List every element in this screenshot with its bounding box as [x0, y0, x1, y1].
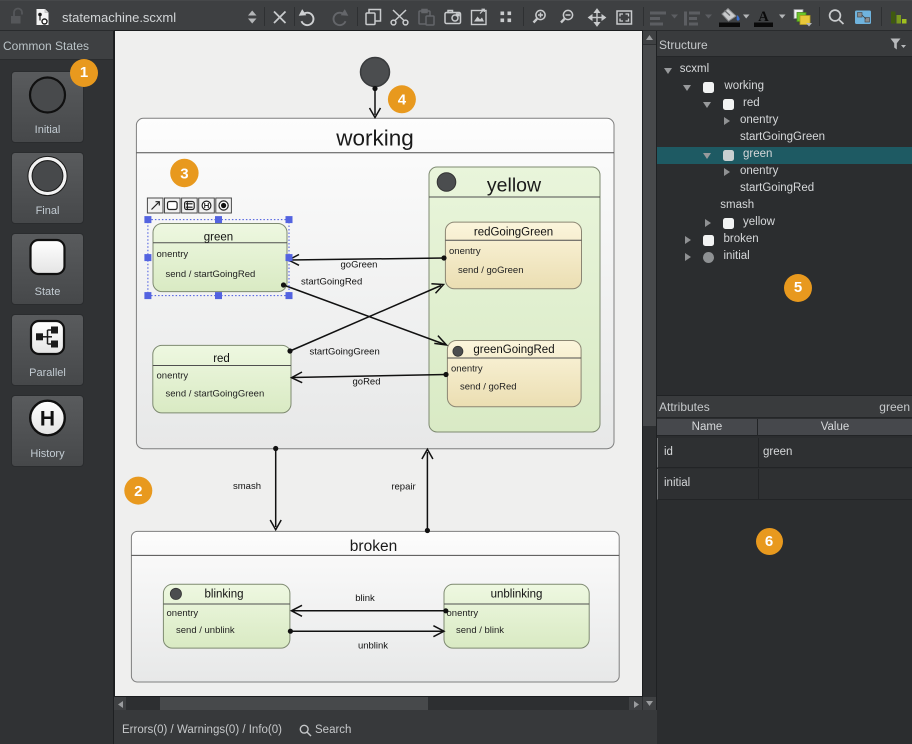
- svg-text:greenGoingRed: greenGoingRed: [473, 344, 554, 356]
- svg-text:3: 3: [180, 165, 188, 182]
- svg-text:goGreen: goGreen: [341, 260, 378, 271]
- svg-text:2: 2: [134, 483, 142, 500]
- svg-text:blinking: blinking: [205, 589, 244, 601]
- svg-text:onentry: onentry: [447, 608, 479, 619]
- svg-text:send / unblink: send / unblink: [176, 625, 235, 636]
- svg-text:H: H: [40, 408, 55, 431]
- svg-text:blink: blink: [355, 593, 375, 604]
- svg-text:startGoingRed: startGoingRed: [301, 277, 362, 288]
- svg-text:repair: repair: [391, 482, 415, 493]
- svg-text:broken: broken: [350, 538, 397, 555]
- svg-text:startGoingGreen: startGoingGreen: [310, 347, 380, 358]
- svg-text:onentry: onentry: [449, 246, 481, 257]
- svg-text:onentry: onentry: [157, 371, 189, 382]
- svg-text:redGoingGreen: redGoingGreen: [474, 227, 553, 239]
- svg-text:working: working: [335, 126, 414, 151]
- svg-text:red: red: [213, 353, 230, 365]
- svg-text:send / goGreen: send / goGreen: [458, 265, 524, 276]
- svg-text:4: 4: [398, 92, 407, 109]
- svg-text:yellow: yellow: [487, 175, 542, 197]
- svg-text:green: green: [204, 232, 233, 244]
- svg-text:smash: smash: [233, 481, 261, 492]
- svg-text:send / blink: send / blink: [456, 625, 504, 636]
- svg-text:onentry: onentry: [167, 608, 199, 619]
- svg-text:send / goRed: send / goRed: [460, 382, 517, 393]
- svg-text:goRed: goRed: [353, 377, 381, 388]
- svg-text:unblink: unblink: [358, 641, 388, 652]
- svg-text:unblinking: unblinking: [491, 589, 543, 601]
- svg-text:send / startGoingGreen: send / startGoingGreen: [166, 389, 265, 400]
- svg-text:onentry: onentry: [451, 364, 483, 375]
- svg-text:send / startGoingRed: send / startGoingRed: [166, 269, 256, 280]
- svg-text:onentry: onentry: [157, 249, 189, 260]
